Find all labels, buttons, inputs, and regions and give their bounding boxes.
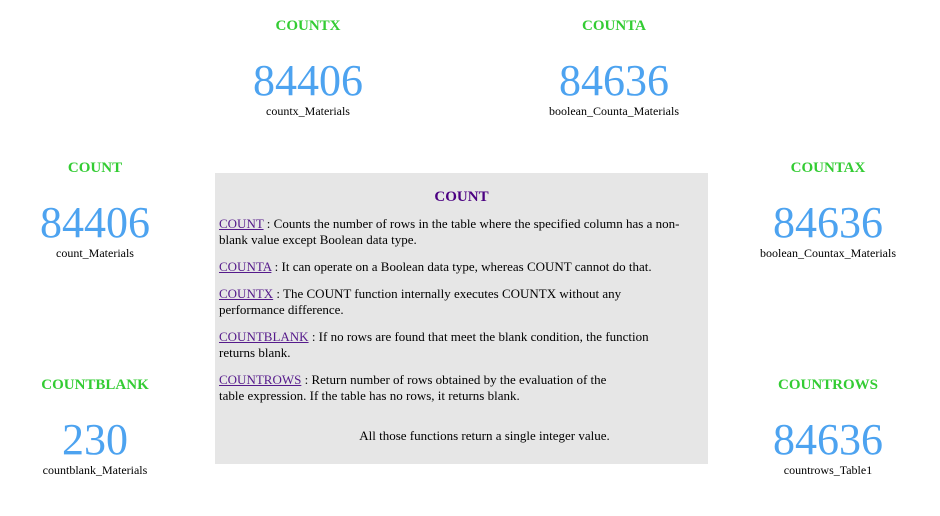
info-item-countx-text: : The COUNT function internally executes… xyxy=(219,286,622,317)
countx-card-value: 84406 xyxy=(253,56,363,105)
info-panel-title: COUNT xyxy=(434,189,489,205)
info-item-count: COUNT : Counts the number of rows in the… xyxy=(219,216,704,248)
countrows-card-label: countrows_Table1 xyxy=(783,463,873,477)
countrows-card-title: COUNTROWS xyxy=(777,377,878,393)
info-panel-footer: All those functions return a single inte… xyxy=(359,428,610,443)
info-item-countblank: COUNTBLANK : If no rows are found that m… xyxy=(219,329,704,361)
countx-link[interactable]: COUNTX xyxy=(219,286,273,301)
countrows-link[interactable]: COUNTROWS xyxy=(219,372,301,387)
info-panel: COUNT COUNT : Counts the number of rows … xyxy=(215,173,708,464)
counta-link[interactable]: COUNTA xyxy=(219,259,271,274)
countx-card-label: countx_Materials xyxy=(266,104,350,118)
counta-card-value: 84636 xyxy=(559,56,669,105)
info-item-counta-text: : It can operate on a Boolean data type,… xyxy=(271,259,652,274)
count-card-title: COUNT xyxy=(67,160,123,176)
countblank-card-label: countblank_Materials xyxy=(42,463,148,477)
countrows-card-value: 84636 xyxy=(773,415,883,464)
countblank-link[interactable]: COUNTBLANK xyxy=(219,329,309,344)
countax-card-value: 84636 xyxy=(773,198,883,247)
countax-card-label: boolean_Countax_Materials xyxy=(760,246,896,260)
counta-card-title: COUNTA xyxy=(582,18,646,34)
info-item-countrows: COUNTROWS : Return number of rows obtain… xyxy=(219,372,704,404)
count-card-label: count_Materials xyxy=(56,246,134,260)
count-card-value: 84406 xyxy=(40,198,150,247)
countax-card-title: COUNTAX xyxy=(790,160,866,176)
info-item-count-text: : Counts the number of rows in the table… xyxy=(219,216,680,247)
count-link[interactable]: COUNT xyxy=(219,216,264,231)
info-item-counta: COUNTA : It can operate on a Boolean dat… xyxy=(219,259,704,275)
counta-card-label: boolean_Counta_Materials xyxy=(549,104,679,118)
info-item-countx: COUNTX : The COUNT function internally e… xyxy=(219,286,704,318)
countblank-card-title: COUNTBLANK xyxy=(41,377,149,393)
countblank-card-value: 230 xyxy=(62,415,128,464)
countx-card-title: COUNTX xyxy=(275,18,341,34)
